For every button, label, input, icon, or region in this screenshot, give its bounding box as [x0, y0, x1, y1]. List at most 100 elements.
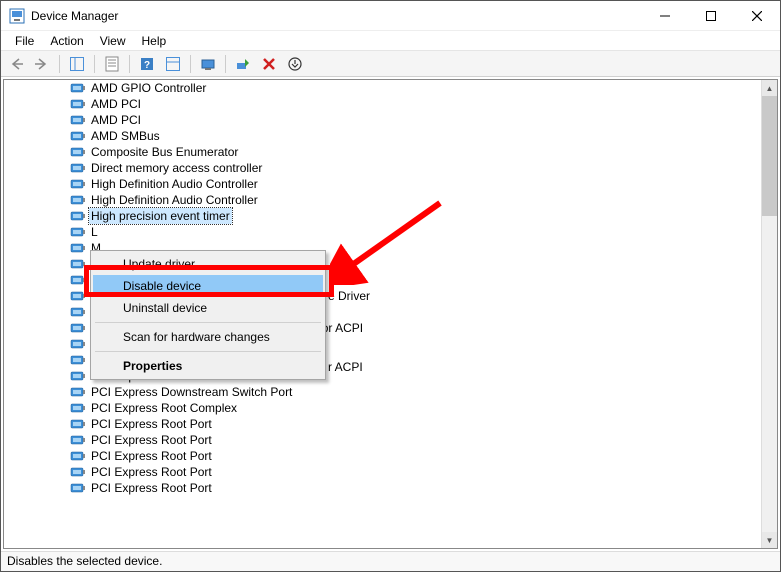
device-icon	[70, 336, 86, 352]
device-item[interactable]: Direct memory access controller	[4, 160, 761, 176]
device-icon	[70, 400, 86, 416]
ctx-separator	[95, 351, 321, 352]
context-menu: Update driver Disable device Uninstall d…	[90, 250, 326, 380]
device-label: PCI Express Root Complex	[89, 400, 239, 416]
device-item[interactable]: High Definition Audio Controller	[4, 176, 761, 192]
device-icon	[70, 176, 86, 192]
device-icon	[70, 160, 86, 176]
device-item[interactable]: Composite Bus Enumerator	[4, 144, 761, 160]
ctx-scan-hardware[interactable]: Scan for hardware changes	[93, 326, 323, 348]
update-driver-button[interactable]	[284, 53, 306, 75]
device-item[interactable]: High precision event timer	[4, 208, 761, 224]
device-item[interactable]: AMD SMBus	[4, 128, 761, 144]
device-icon	[70, 192, 86, 208]
device-icon	[70, 128, 86, 144]
device-item[interactable]: High Definition Audio Controller	[4, 192, 761, 208]
device-icon	[70, 480, 86, 496]
device-item[interactable]: PCI Express Root Port	[4, 448, 761, 464]
menu-file[interactable]: File	[7, 32, 42, 50]
device-icon	[70, 80, 86, 96]
device-label: AMD PCI	[89, 96, 143, 112]
uninstall-button[interactable]	[258, 53, 280, 75]
toolbar-separator	[225, 55, 226, 73]
device-icon	[70, 304, 86, 320]
enable-button[interactable]	[232, 53, 254, 75]
device-icon	[70, 256, 86, 272]
toolbar-separator	[190, 55, 191, 73]
scroll-down-button[interactable]: ▼	[762, 532, 777, 548]
menu-help[interactable]: Help	[134, 32, 175, 50]
maximize-button[interactable]	[688, 1, 734, 30]
device-label: PCI Express Root Port	[89, 432, 214, 448]
device-label: PCI Express Root Port	[89, 416, 214, 432]
device-label: PCI Express Root Port	[89, 448, 214, 464]
device-icon	[70, 144, 86, 160]
device-label: PCI Express Downstream Switch Port	[89, 384, 294, 400]
device-label: L	[89, 224, 100, 240]
device-item[interactable]: PCI Express Downstream Switch Port	[4, 384, 761, 400]
action-button[interactable]	[162, 53, 184, 75]
device-label: High Definition Audio Controller	[89, 192, 260, 208]
forward-button[interactable]	[31, 53, 53, 75]
device-icon	[70, 208, 86, 224]
vertical-scrollbar[interactable]: ▲ ▼	[761, 80, 777, 548]
ctx-uninstall-device[interactable]: Uninstall device	[93, 297, 323, 319]
device-icon	[70, 352, 86, 368]
properties-button[interactable]	[101, 53, 123, 75]
show-hide-tree-button[interactable]	[66, 53, 88, 75]
statusbar: Disables the selected device.	[1, 551, 780, 571]
toolbar-separator	[59, 55, 60, 73]
menubar: File Action View Help	[1, 31, 780, 51]
device-label: High Definition Audio Controller	[89, 176, 260, 192]
device-icon	[70, 384, 86, 400]
device-label: PCI Express Root Port	[89, 464, 214, 480]
scan-hardware-button[interactable]	[197, 53, 219, 75]
window-controls	[642, 1, 780, 30]
device-icon	[70, 240, 86, 256]
ctx-disable-device[interactable]: Disable device	[93, 275, 323, 297]
ctx-update-driver[interactable]: Update driver	[93, 253, 323, 275]
ctx-properties[interactable]: Properties	[93, 355, 323, 377]
device-icon	[70, 272, 86, 288]
close-button[interactable]	[734, 1, 780, 30]
device-item[interactable]: AMD GPIO Controller	[4, 80, 761, 96]
device-icon	[70, 96, 86, 112]
device-label: Composite Bus Enumerator	[89, 144, 240, 160]
device-icon	[70, 112, 86, 128]
app-icon	[9, 8, 25, 24]
device-item[interactable]: L	[4, 224, 761, 240]
obscured-text-driver: e Driver	[328, 289, 370, 303]
device-item[interactable]: PCI Express Root Port	[4, 480, 761, 496]
ctx-separator	[95, 322, 321, 323]
toolbar-separator	[94, 55, 95, 73]
device-label: AMD PCI	[89, 112, 143, 128]
menu-view[interactable]: View	[92, 32, 134, 50]
device-item[interactable]: PCI Express Root Port	[4, 432, 761, 448]
device-icon	[70, 432, 86, 448]
device-icon	[70, 320, 86, 336]
toolbar: ?	[1, 51, 780, 77]
device-item[interactable]: PCI Express Root Port	[4, 416, 761, 432]
device-icon	[70, 448, 86, 464]
toolbar-separator	[129, 55, 130, 73]
device-item[interactable]: AMD PCI	[4, 112, 761, 128]
device-label: AMD SMBus	[89, 128, 162, 144]
titlebar: Device Manager	[1, 1, 780, 31]
device-label: PCI Express Root Port	[89, 480, 214, 496]
device-item[interactable]: PCI Express Root Complex	[4, 400, 761, 416]
scroll-thumb[interactable]	[762, 96, 777, 216]
device-item[interactable]: AMD PCI	[4, 96, 761, 112]
device-label: High precision event timer	[89, 208, 232, 224]
status-text: Disables the selected device.	[7, 554, 162, 568]
device-item[interactable]: PCI Express Root Port	[4, 464, 761, 480]
device-icon	[70, 416, 86, 432]
back-button[interactable]	[5, 53, 27, 75]
minimize-button[interactable]	[642, 1, 688, 30]
device-icon	[70, 464, 86, 480]
help-button[interactable]: ?	[136, 53, 158, 75]
scroll-up-button[interactable]: ▲	[762, 80, 777, 96]
window-title: Device Manager	[31, 9, 642, 23]
menu-action[interactable]: Action	[42, 32, 91, 50]
device-icon	[70, 368, 86, 384]
obscured-text-acpi: r ACPI	[328, 360, 363, 374]
